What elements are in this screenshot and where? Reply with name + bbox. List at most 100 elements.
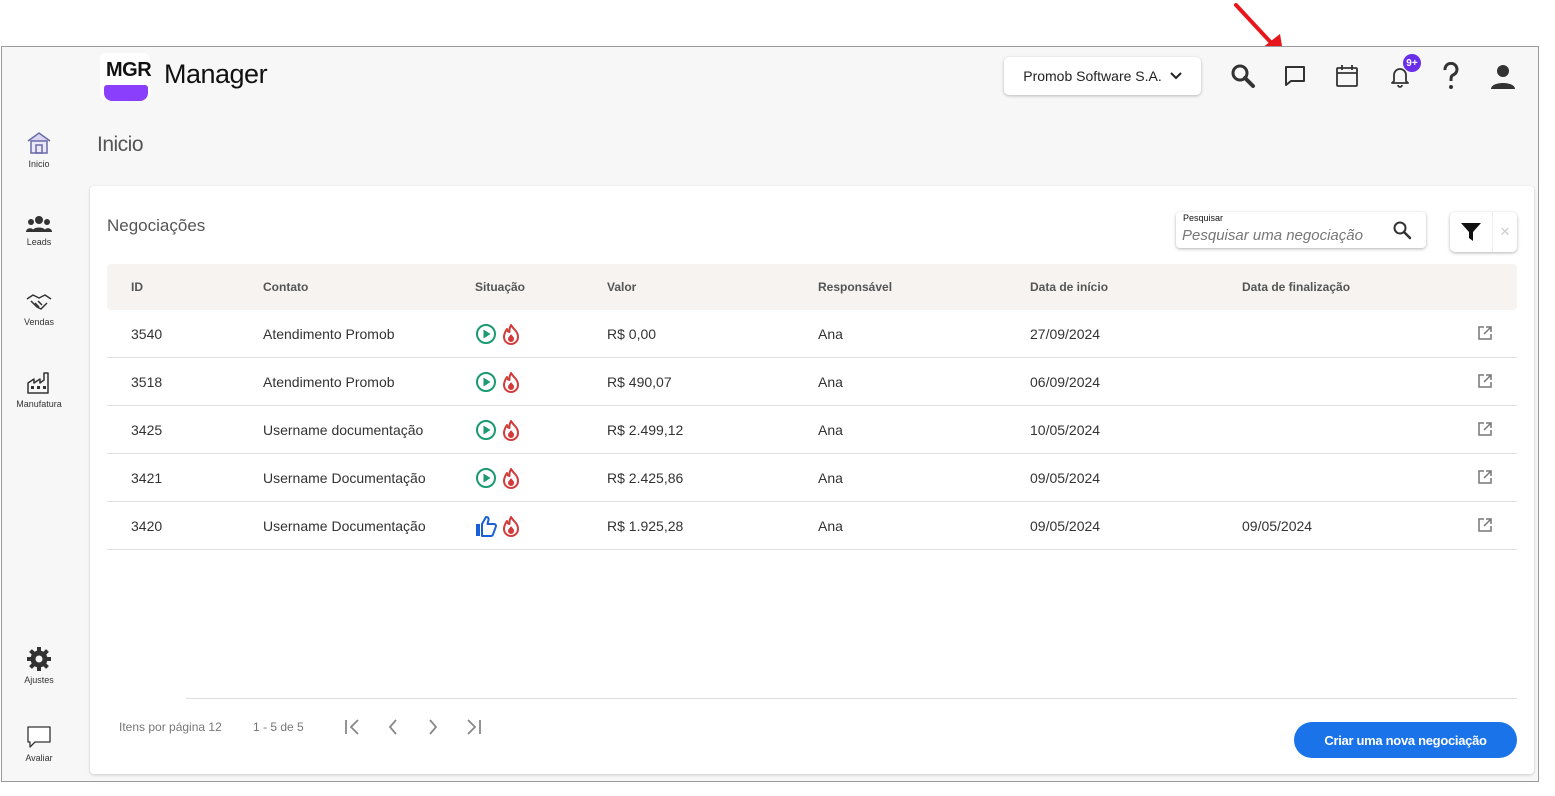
calendar-icon [1336,65,1358,87]
chat-bubble-icon [27,726,51,748]
cell-responsavel: Ana [818,518,843,534]
sidebar-item-avaliar[interactable]: Avaliar [2,725,76,763]
open-external-icon[interactable] [1477,373,1493,394]
sidebar-item-vendas[interactable]: Vendas [2,291,76,327]
thumbs-up-icon [475,515,497,542]
company-name: Promob Software S.A. [1023,68,1162,84]
cell-id: 3425 [131,422,163,438]
cell-valor: R$ 2.425,86 [607,470,684,486]
cell-contato: Username documentação [263,422,424,438]
previous-page-button[interactable] [382,716,404,738]
filter-button[interactable] [1450,212,1492,252]
help-icon [1443,62,1459,89]
sidebar-item-manufatura[interactable]: Manufatura [2,371,76,409]
play-circle-icon [475,371,497,398]
search-input[interactable] [1182,225,1387,245]
last-page-button[interactable] [462,716,484,738]
table-row[interactable]: 3518 Atendimento Promob R$ 490,07 Ana 06/09/… [107,358,1517,406]
cell-id: 3518 [131,374,163,390]
items-per-page[interactable]: Itens por página 12 [119,720,222,734]
open-external-icon[interactable] [1477,325,1493,346]
notifications-button[interactable]: 9+ [1385,54,1421,91]
cell-id: 3540 [131,326,163,342]
calendar-button[interactable] [1332,61,1362,91]
sidebar-item-label: Ajustes [24,675,54,685]
open-external-icon[interactable] [1477,421,1493,442]
flame-icon [501,419,521,446]
sidebar-item-label: Inicio [28,159,50,169]
play-circle-icon [475,419,497,446]
negotiations-table: ID Contato Situação Valor Responsável Da… [107,264,1517,550]
app-title: Manager [164,59,268,89]
top-bar: MGR Manager Promob Software S.A. 9+ [2,47,1538,109]
column-header: Contato [263,280,309,294]
column-header: Data de finalização [1242,280,1351,294]
cell-valor: R$ 2.499,12 [607,422,684,438]
app-logo[interactable]: MGR [100,53,152,101]
sidebar-item-label: Vendas [23,317,55,327]
search-icon [1231,64,1255,88]
company-select[interactable]: Promob Software S.A. [1004,57,1201,95]
table-body: 3540 Atendimento Promob R$ 0,00 Ana 27/09/20… [107,310,1517,550]
first-page-icon [345,719,359,735]
flame-icon [501,467,521,494]
chat-button[interactable] [1280,61,1310,91]
gear-icon [27,647,51,671]
column-header: Data de início [1030,280,1109,294]
play-circle-icon [475,467,497,494]
notification-badge: 9+ [1403,54,1421,72]
last-page-icon [467,719,481,735]
handshake-icon [26,294,52,310]
pagination-range: 1 - 5 de 5 [253,720,304,734]
logo-text: MGR [106,59,152,81]
first-page-button[interactable] [342,716,364,738]
create-negotiation-button[interactable]: Criar uma nova negociação [1294,722,1517,758]
sidebar-item-ajustes[interactable]: Ajustes [2,647,76,685]
column-header: Valor [607,280,637,294]
cell-responsavel: Ana [818,422,843,438]
cell-id: 3420 [131,518,163,534]
help-button[interactable] [1436,61,1466,91]
home-icon [27,132,51,154]
cell-id: 3421 [131,470,163,486]
search-submit-button[interactable] [1392,220,1412,245]
cell-situacao [475,419,521,446]
search-icon [1393,221,1412,240]
flame-icon [501,323,521,350]
open-external-icon[interactable] [1477,469,1493,490]
column-header: ID [131,280,143,294]
people-icon [26,216,52,232]
sidebar-item-leads[interactable]: Leads [2,215,76,247]
table-row[interactable]: 3421 Username Documentação R$ 2.425,86 Ana 0… [107,454,1517,502]
clear-filter-button[interactable]: ✕ [1492,212,1517,252]
play-circle-icon [475,323,497,350]
search-button[interactable] [1228,61,1258,91]
cell-valor: R$ 1.925,28 [607,518,684,534]
app-window: MGR Manager Promob Software S.A. 9+ Inic… [1,46,1539,782]
sidebar-item-label: Manufatura [16,399,62,409]
table-row[interactable]: 3420 Username Documentação R$ 1.925,28 Ana 0… [107,502,1517,550]
factory-icon [27,372,49,394]
table-row[interactable]: 3540 Atendimento Promob R$ 0,00 Ana 27/09/20… [107,310,1517,358]
sidebar-item-inicio[interactable]: Inicio [2,131,76,169]
sidebar: Inicio Leads Vendas Manufatura Ajustes A… [2,109,76,781]
close-icon: ✕ [1499,224,1511,239]
chevron-down-icon [1170,72,1182,80]
sidebar-item-label: Avaliar [25,753,53,763]
cell-situacao [475,371,521,398]
chat-icon [1285,66,1305,86]
table-header: ID Contato Situação Valor Responsável Da… [107,264,1517,310]
next-page-button[interactable] [422,716,444,738]
flame-icon [501,515,521,542]
open-external-icon[interactable] [1477,517,1493,538]
table-row[interactable]: 3425 Username documentação R$ 2.499,12 Ana 1… [107,406,1517,454]
page-title: Inicio [97,133,144,156]
cell-contato: Username Documentação [263,470,426,486]
cell-contato: Atendimento Promob [263,326,395,342]
cell-data-finalizacao: 09/05/2024 [1242,518,1313,534]
filter-icon [1461,223,1481,241]
cell-responsavel: Ana [818,470,843,486]
cell-situacao [475,323,521,350]
profile-button[interactable] [1488,61,1518,91]
cell-data-inicio: 09/05/2024 [1030,470,1101,486]
